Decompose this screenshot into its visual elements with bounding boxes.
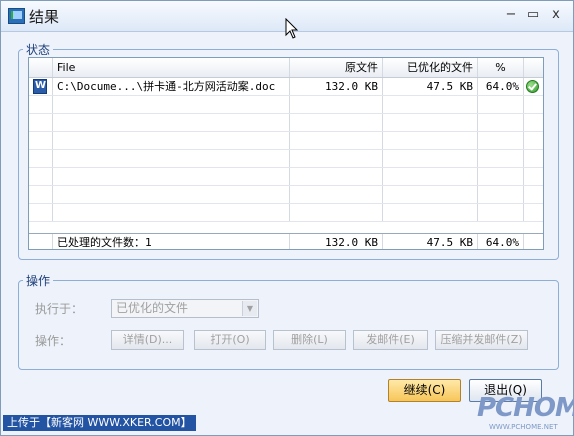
actions-label: 操作： — [35, 334, 72, 348]
delete-button[interactable]: 删除(L) — [273, 330, 346, 350]
execute-on-label: 执行于： — [35, 302, 84, 316]
footer-original-total: 132.0 KB — [290, 234, 383, 249]
row-percent: 64.0% — [478, 78, 524, 95]
header-optimized[interactable]: 已优化的文件 — [383, 58, 478, 77]
footer-icon-cell — [29, 234, 53, 249]
open-button[interactable]: 打开(O) — [194, 330, 266, 350]
details-button[interactable]: 详情(D)... — [111, 330, 184, 350]
header-original[interactable]: 原文件 — [290, 58, 383, 77]
window-title: 结果 — [29, 8, 60, 26]
table-footer: 已处理的文件数：1 132.0 KB 47.5 KB 64.0% — [29, 233, 543, 249]
word-doc-icon — [33, 79, 47, 94]
empty-row — [29, 150, 543, 168]
table-row[interactable]: C:\Docume...\拼卡通-北方网活动案.doc 132.0 KB 47.… — [29, 78, 543, 96]
row-icon-cell — [29, 78, 53, 95]
header-status-col[interactable] — [524, 58, 543, 77]
zip-email-button[interactable]: 压缩并发邮件(Z) — [435, 330, 528, 350]
header-icon-col[interactable] — [29, 58, 53, 77]
pchome-logo-url: WWW.PCHOME.NET — [489, 423, 558, 431]
row-status-cell — [524, 78, 543, 95]
minimize-button[interactable]: − — [503, 8, 519, 22]
footer-percent: 64.0% — [478, 234, 524, 249]
table-header: File 原文件 已优化的文件 % — [29, 58, 543, 78]
empty-row — [29, 204, 543, 222]
chevron-down-icon[interactable]: ▼ — [242, 301, 257, 316]
operations-legend: 操作 — [26, 274, 51, 288]
empty-row — [29, 186, 543, 204]
header-file[interactable]: File — [53, 58, 290, 77]
row-optimized-size: 47.5 KB — [383, 78, 478, 95]
operations-group: 操作 — [18, 272, 559, 370]
results-table: File 原文件 已优化的文件 % C:\Docume...\拼卡通-北方网活动… — [28, 57, 544, 250]
footer-status-cell — [524, 234, 543, 249]
status-legend: 状态 — [26, 43, 51, 57]
footer-count: 已处理的文件数：1 — [53, 234, 290, 249]
execute-on-select[interactable]: 已优化的文件 ▼ — [111, 299, 259, 318]
upload-watermark: 上传于【新客网 WWW.XKER.COM】 — [3, 415, 196, 431]
maximize-button[interactable]: ▭ — [525, 8, 541, 22]
pchome-logo: PCHOME — [477, 393, 574, 423]
footer-optimized-total: 47.5 KB — [383, 234, 478, 249]
empty-row — [29, 168, 543, 186]
continue-button[interactable]: 继续(C) — [388, 379, 461, 402]
empty-row — [29, 96, 543, 114]
mouse-cursor-icon — [285, 18, 299, 39]
app-icon — [8, 8, 25, 24]
close-button[interactable]: x — [548, 8, 564, 22]
results-window: 结果 − ▭ x 状态 File 原文件 已优化的文件 % C:\Docume.… — [0, 0, 574, 436]
row-original-size: 132.0 KB — [290, 78, 383, 95]
empty-row — [29, 132, 543, 150]
execute-on-value: 已优化的文件 — [116, 301, 189, 315]
row-file: C:\Docume...\拼卡通-北方网活动案.doc — [53, 78, 290, 95]
email-button[interactable]: 发邮件(E) — [353, 330, 428, 350]
header-percent[interactable]: % — [478, 58, 524, 77]
checkmark-icon — [526, 80, 539, 93]
empty-row — [29, 114, 543, 132]
